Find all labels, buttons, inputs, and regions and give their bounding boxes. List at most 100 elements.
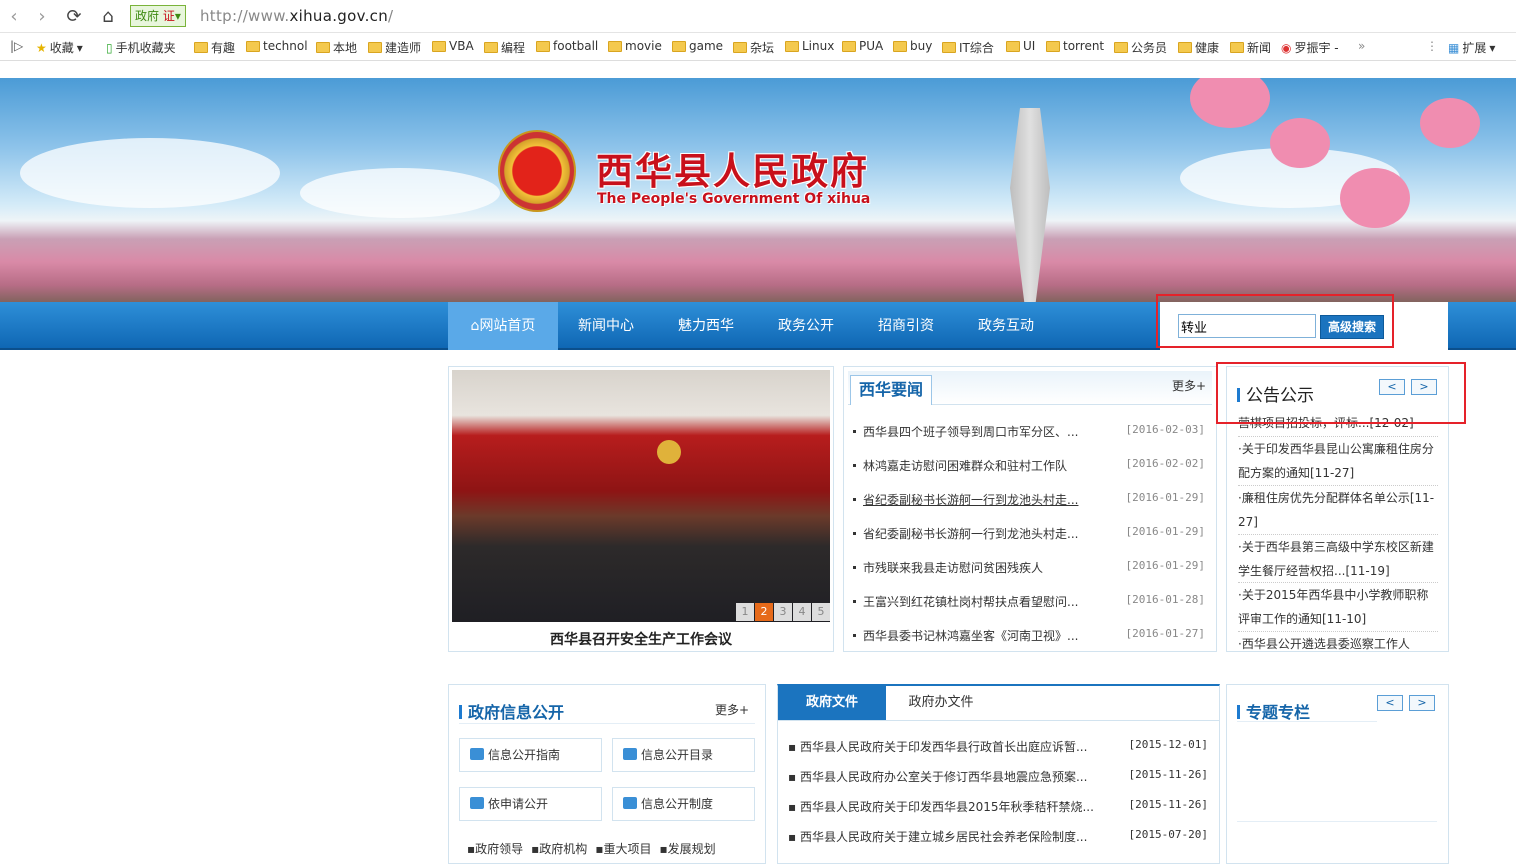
bookmark-folder[interactable]: 编程 — [484, 39, 525, 56]
divider — [778, 720, 1219, 721]
pager-button[interactable]: 3 — [774, 603, 792, 621]
pager-button[interactable]: 1 — [736, 603, 754, 621]
info-rules-button[interactable]: 信息公开制度 — [612, 787, 755, 821]
gov-info-more-link[interactable]: 更多+ — [715, 701, 749, 718]
gov-info-link[interactable]: ▪重大项目 — [595, 840, 651, 857]
bookmark-folder[interactable]: movie — [608, 39, 662, 53]
bookmarks-overflow-button[interactable]: » — [1358, 39, 1365, 53]
bookmark-folder[interactable]: 健康 — [1178, 39, 1219, 56]
nav-item-interaction[interactable]: 政务互动 — [968, 302, 1044, 350]
bookmark-label: 建造师 — [385, 41, 422, 55]
bookmark-folder[interactable]: 杂坛 — [733, 39, 774, 56]
bookmark-label: football — [553, 39, 599, 53]
notice-item[interactable]: ·廉租住房优先分配群体名单公示[11-27] — [1238, 485, 1438, 534]
special-column-panel: 专题专栏 < > — [1226, 684, 1449, 864]
notice-item[interactable]: ·关于印发西华县昆山公寓廉租住房分配方案的通知[11-27] — [1238, 436, 1438, 485]
news-item[interactable]: 林鸿嘉走访慰问困难群众和驻村工作队 [2016-02-02] — [853, 457, 1205, 474]
news-more-link[interactable]: 更多+ — [1172, 377, 1206, 394]
bookmark-favorites[interactable]: ★ 收藏 ▾ — [36, 39, 83, 56]
bookmark-folder[interactable]: football — [536, 39, 598, 53]
bookmark-folder[interactable]: technol — [246, 39, 308, 53]
cert-label: 政府 — [135, 9, 160, 23]
nav-item-charm-xihua[interactable]: 魅力西华 — [668, 302, 744, 350]
bookmark-mobile[interactable]: ▯ 手机收藏夹 — [106, 39, 176, 56]
news-item[interactable]: 西华县委书记林鸿嘉坐客《河南卫视》... [2016-01-27] — [853, 627, 1205, 644]
address-bar[interactable]: http://www.xihua.gov.cn/ — [200, 7, 393, 25]
news-item[interactable]: 省纪委副秘书长游舸一行到龙池头村走... [2016-01-29] — [853, 491, 1205, 508]
pager-button[interactable]: 5 — [812, 603, 830, 621]
pager-button[interactable]: 4 — [793, 603, 811, 621]
bookmark-folder[interactable]: 有趣 — [194, 39, 235, 56]
bullet-icon: ▪ — [788, 830, 800, 844]
gov-info-link[interactable]: ▪政府领导 — [467, 840, 523, 857]
refresh-icon[interactable]: ⟳ — [64, 6, 84, 27]
slideshow-caption[interactable]: 西华县召开安全生产工作会议 — [449, 629, 833, 649]
bookmark-folder[interactable]: UI — [1006, 39, 1035, 53]
bookmark-label: 杂坛 — [750, 41, 775, 55]
clipboard-icon — [623, 797, 637, 809]
notice-item[interactable]: ·关于2015年西华县中小学教师职称评审工作的通知[11-10] — [1238, 582, 1438, 631]
document-item[interactable]: ▪ 西华县人民政府关于印发西华县2015年秋季秸秆禁烧... [2015-11-2… — [788, 798, 1208, 815]
nav-item-investment[interactable]: 招商引资 — [868, 302, 944, 350]
slideshow-image[interactable] — [452, 370, 830, 622]
bookmark-luozhenyu[interactable]: ◉ 罗振宇 - — [1281, 39, 1339, 56]
bookmark-folder[interactable]: buy — [893, 39, 932, 53]
document-item[interactable]: ▪ 西华县人民政府关于印发西华县行政首长出庭应诉暂... [2015-12-01] — [788, 738, 1208, 755]
forward-icon[interactable]: › — [32, 6, 52, 27]
extensions-button[interactable]: ▦ 扩展 ▾ — [1448, 39, 1495, 56]
info-request-button[interactable]: 依申请公开 — [459, 787, 602, 821]
info-catalog-button[interactable]: 信息公开目录 — [612, 738, 755, 772]
news-text: 王富兴到红花镇杜岗村帮扶点看望慰问... — [863, 595, 1079, 609]
nav-item-news-center[interactable]: 新闻中心 — [568, 302, 644, 350]
tab-government-documents[interactable]: 政府文件 — [778, 686, 886, 720]
bookmark-folder[interactable]: IT综合 — [942, 39, 994, 56]
bookmark-folder[interactable]: 本地 — [316, 39, 357, 56]
menu-dots-icon[interactable]: ⋮ — [1426, 39, 1438, 53]
bookmark-label: PUA — [859, 39, 884, 53]
certificate-badge[interactable]: 政府 证▾ — [130, 5, 186, 27]
news-item[interactable]: 西华县四个班子领导到周口市军分区、... [2016-02-03] — [853, 423, 1205, 440]
bookmark-label: buy — [910, 39, 933, 53]
bookmark-folder[interactable]: 建造师 — [368, 39, 421, 56]
notice-item[interactable]: ·关于西华县第三高级中学东校区新建学生餐厅经营权招...[11-19] — [1238, 534, 1438, 583]
bookmark-folder[interactable]: 公务员 — [1114, 39, 1167, 56]
special-prev-button[interactable]: < — [1377, 695, 1403, 711]
folder-icon — [194, 42, 208, 53]
statue-graphic — [1010, 108, 1050, 308]
bookmark-folder[interactable]: torrent — [1046, 39, 1104, 53]
bullet-icon — [853, 498, 856, 501]
tab-office-documents[interactable]: 政府办文件 — [886, 686, 996, 720]
phone-icon: ▯ — [106, 40, 113, 55]
news-date: [2016-01-29] — [1125, 525, 1205, 538]
info-guide-button[interactable]: 信息公开指南 — [459, 738, 602, 772]
gov-info-link[interactable]: ▪政府机构 — [531, 840, 587, 857]
document-text: 西华县人民政府关于印发西华县行政首长出庭应诉暂... — [799, 740, 1088, 754]
nav-item-government-affairs[interactable]: 政务公开 — [768, 302, 844, 350]
back-icon[interactable]: ‹ — [4, 6, 24, 27]
bookmark-folder[interactable]: PUA — [842, 39, 883, 53]
bookmark-folder[interactable]: Linux — [785, 39, 834, 53]
home-icon[interactable]: ⌂ — [98, 6, 118, 27]
bookmark-folder[interactable]: 新闻 — [1230, 39, 1271, 56]
star-icon: ★ — [36, 40, 47, 55]
news-item[interactable]: 市残联来我县走访慰问贫困残疾人 [2016-01-29] — [853, 559, 1205, 576]
sidebar-toggle-icon[interactable]: |▷ — [10, 39, 23, 53]
bookmark-folder[interactable]: VBA — [432, 39, 474, 53]
document-item[interactable]: ▪ 西华县人民政府办公室关于修订西华县地震应急预案... [2015-11-26] — [788, 768, 1208, 785]
guide-icon — [470, 748, 484, 760]
pager-button-active[interactable]: 2 — [755, 603, 773, 621]
gov-info-link[interactable]: ▪发展规划 — [659, 840, 715, 857]
notice-item[interactable]: ·西华县公开遴选县委巡察工作人 — [1238, 631, 1438, 651]
highlight-box-search — [1156, 294, 1394, 348]
nav-item-home[interactable]: ⌂网站首页 — [448, 302, 558, 350]
bookmark-folder[interactable]: game — [672, 39, 723, 53]
news-title-tab[interactable]: 西华要闻 — [850, 375, 933, 405]
document-item[interactable]: ▪ 西华县人民政府关于建立城乡居民社会养老保险制度... [2015-07-20] — [788, 828, 1208, 845]
slideshow-panel: 1 2 3 4 5 西华县召开安全生产工作会议 — [448, 366, 834, 652]
blossom-graphic — [1270, 118, 1330, 168]
special-next-button[interactable]: > — [1409, 695, 1435, 711]
bullet-icon: ▪ — [788, 800, 800, 814]
bookmark-label: 手机收藏夹 — [115, 41, 176, 55]
news-item[interactable]: 省纪委副秘书长游舸一行到龙池头村走... [2016-01-29] — [853, 525, 1205, 542]
news-item[interactable]: 王富兴到红花镇杜岗村帮扶点看望慰问... [2016-01-28] — [853, 593, 1205, 610]
